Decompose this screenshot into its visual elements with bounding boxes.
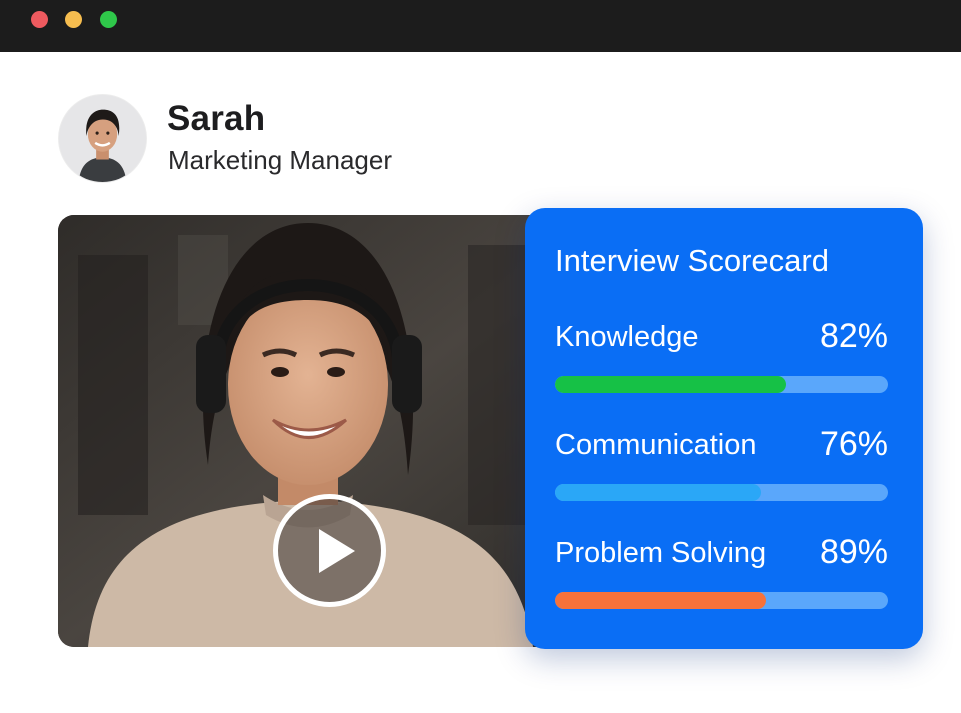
profile-name: Sarah (167, 99, 266, 138)
app-window: Sarah Marketing Manager Interview Scorec… (0, 0, 961, 713)
play-button[interactable] (273, 494, 386, 607)
metric-value: 76% (819, 425, 888, 463)
metric-label: Problem Solving (555, 537, 767, 569)
metric-value: 89% (819, 533, 888, 571)
metric-progress-track (555, 484, 888, 501)
metric-progress-fill (555, 484, 762, 501)
metric-progress-fill (555, 592, 767, 609)
maximize-button[interactable] (100, 11, 117, 28)
main-content: Sarah Marketing Manager Interview Scorec… (0, 52, 961, 713)
close-button[interactable] (31, 11, 48, 28)
person-avatar-icon (59, 95, 146, 182)
metric-progress-track (555, 592, 888, 609)
minimize-button[interactable] (65, 11, 82, 28)
metric-value: 82% (819, 317, 888, 355)
metric-label: Communication (555, 429, 757, 461)
profile-title: Marketing Manager (168, 145, 392, 175)
metric-label: Knowledge (555, 321, 699, 353)
metric-progress-fill (555, 376, 787, 393)
title-bar (0, 0, 961, 52)
metric-progress-track (555, 376, 888, 393)
scorecard-title: Interview Scorecard (555, 243, 829, 278)
avatar (58, 94, 147, 183)
interview-scorecard: Interview Scorecard Knowledge 82% Communic… (525, 208, 923, 649)
